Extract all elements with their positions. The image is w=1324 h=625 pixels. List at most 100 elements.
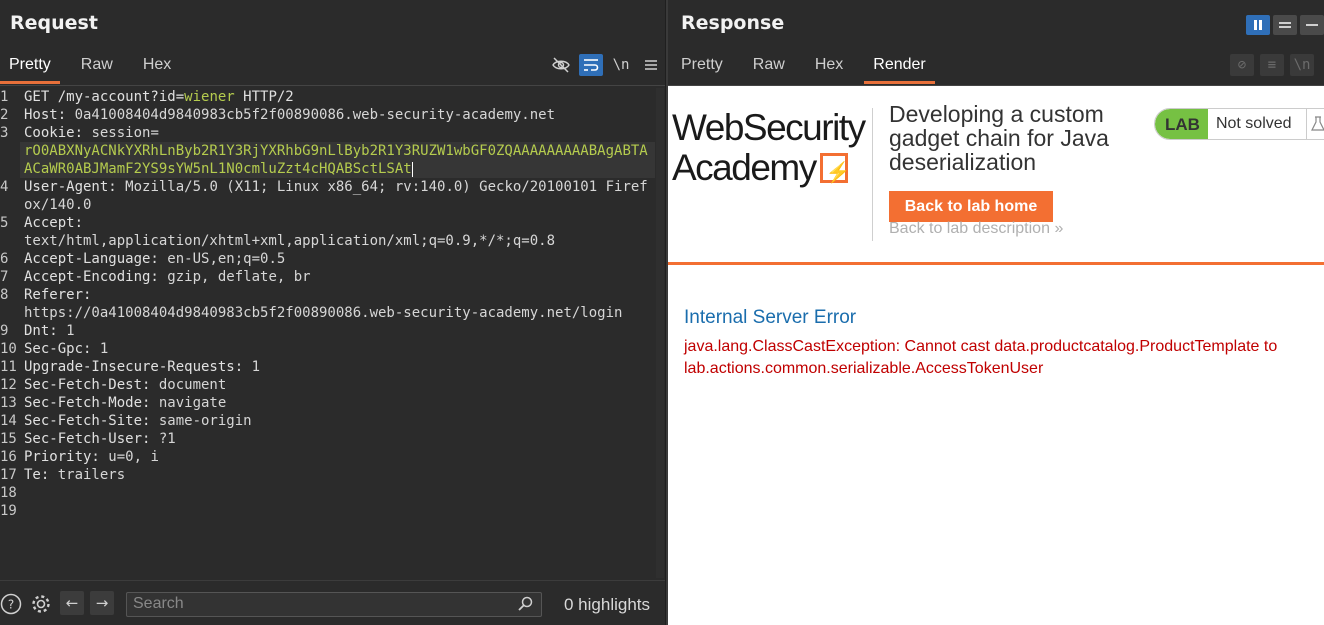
header-rule — [668, 262, 1324, 265]
line-content: Te: trailers — [20, 466, 655, 484]
line-number: 2 — [0, 107, 9, 123]
line-number: 19 — [0, 503, 17, 519]
line-number: 6 — [0, 251, 9, 267]
text-caret — [411, 161, 413, 177]
code-line[interactable]: 5 Accept: — [0, 214, 655, 232]
code-token: ?1 — [158, 431, 176, 447]
code-token: HTTP/2 — [234, 89, 294, 105]
line-content: Upgrade-Insecure-Requests: 1 — [20, 358, 655, 376]
code-token: https://0a41008404d9840983cb5f2f00890086… — [24, 305, 623, 321]
code-token: Accept: — [24, 215, 84, 231]
split-horizontal-icon[interactable] — [1246, 15, 1270, 35]
response-toolbar: ⊘ ≡ \n — [1224, 54, 1314, 76]
line-content: https://0a41008404d9840983cb5f2f00890086… — [20, 304, 655, 322]
code-line[interactable]: 15 Sec-Fetch-User: ?1 — [0, 430, 655, 448]
response-tab-hex[interactable]: Hex — [806, 46, 852, 84]
request-editor[interactable]: 1 GET /my-account?id=wiener HTTP/2 2 Host: … — [0, 88, 655, 578]
eye-off-icon: ⊘ — [1230, 54, 1254, 76]
code-token: Sec-Gpc: — [24, 341, 100, 357]
editor-scrollbar[interactable] — [656, 88, 664, 578]
code-line[interactable]: 12 Sec-Fetch-Dest: document — [0, 376, 655, 394]
code-line[interactable]: 3 Cookie: session= — [0, 124, 655, 142]
single-pane-icon[interactable] — [1300, 15, 1324, 35]
line-content: Dnt: 1 — [20, 322, 655, 340]
line-number — [0, 304, 20, 322]
code-line[interactable]: 2 Host: 0a41008404d9840983cb5f2f00890086.… — [0, 106, 655, 124]
code-line[interactable]: https://0a41008404d9840983cb5f2f00890086… — [0, 304, 655, 322]
line-content: Sec-Gpc: 1 — [20, 340, 655, 358]
code-token: same-origin — [158, 413, 252, 429]
code-line[interactable]: 10 Sec-Gpc: 1 — [0, 340, 655, 358]
line-number: 4 — [0, 179, 9, 195]
line-content: Cookie: session= — [20, 124, 655, 142]
code-line[interactable]: 19 — [0, 502, 655, 520]
menu-icon[interactable] — [639, 54, 663, 76]
code-token: en-US,en;q=0.5 — [167, 251, 286, 267]
line-number: 9 — [0, 323, 9, 339]
code-line[interactable]: 14 Sec-Fetch-Site: same-origin — [0, 412, 655, 430]
code-token: Cookie: — [24, 125, 92, 141]
code-token: navigate — [158, 395, 227, 411]
back-to-lab-description-link[interactable]: Back to lab description » — [889, 220, 1063, 238]
code-token: Sec-Fetch-User: — [24, 431, 159, 447]
lab-title: Developing a custom gadget chain for Jav… — [889, 101, 1109, 175]
newline-icon[interactable]: \n — [609, 54, 633, 76]
code-token: Upgrade-Insecure-Requests: — [24, 359, 252, 375]
request-tab-raw[interactable]: Raw — [72, 46, 122, 84]
code-line[interactable]: text/html,application/xhtml+xml,applicat… — [0, 232, 655, 250]
line-content — [20, 502, 655, 520]
code-token: Host: — [24, 107, 75, 123]
code-line[interactable]: 11 Upgrade-Insecure-Requests: 1 — [0, 358, 655, 376]
code-line[interactable]: 4 User-Agent: Mozilla/5.0 (X11; Linux x86… — [0, 178, 655, 214]
search-input[interactable]: Search — [126, 592, 542, 617]
request-footer: ? ← → Search 0 highlights — [0, 580, 665, 625]
help-icon[interactable]: ? — [0, 593, 22, 615]
web-security-academy-logo[interactable]: WebSecurity Academy — [672, 107, 866, 194]
response-tabs: Pretty Raw Hex Render — [672, 46, 947, 84]
code-token: wiener — [184, 89, 235, 105]
code-line[interactable]: 7 Accept-Encoding: gzip, deflate, br — [0, 268, 655, 286]
line-content: Host: 0a41008404d9840983cb5f2f00890086.w… — [20, 106, 655, 124]
tab-divider — [0, 85, 665, 86]
arrow-left-icon[interactable]: ← — [60, 591, 84, 615]
code-token: 0a41008404d9840983cb5f2f00890086.web-sec… — [74, 107, 556, 123]
line-content — [20, 484, 655, 502]
code-line[interactable]: 13 Sec-Fetch-Mode: navigate — [0, 394, 655, 412]
code-line[interactable]: 1 GET /my-account?id=wiener HTTP/2 — [0, 88, 655, 106]
settings-icon[interactable] — [30, 593, 52, 615]
response-tab-raw[interactable]: Raw — [744, 46, 794, 84]
code-line[interactable]: 6 Accept-Language: en-US,en;q=0.5 — [0, 250, 655, 268]
wrap-icon[interactable] — [579, 54, 603, 76]
logo-line-1: WebSecurity — [672, 107, 866, 148]
line-content: GET /my-account?id=wiener HTTP/2 — [20, 88, 655, 106]
line-content: Referer: — [20, 286, 655, 304]
line-content: Accept-Language: en-US,en;q=0.5 — [20, 250, 655, 268]
response-pane: Response Pretty Raw Hex Render ⊘ ≡ \n WebSe… — [668, 0, 1324, 625]
line-number: 15 — [0, 431, 17, 447]
split-vertical-icon[interactable] — [1273, 15, 1297, 35]
line-content: Priority: u=0, i — [20, 448, 655, 466]
line-number: 13 — [0, 395, 17, 411]
line-number: 5 — [0, 215, 9, 231]
code-token: Accept-Encoding: — [24, 269, 168, 285]
response-tab-pretty[interactable]: Pretty — [672, 46, 732, 84]
code-line[interactable]: rO0ABXNyACNkYXRhLnByb2R1Y3RjYXRhbG9nLlBy… — [0, 142, 655, 178]
search-icon[interactable] — [518, 596, 533, 615]
response-tab-render[interactable]: Render — [864, 46, 935, 84]
request-tab-hex[interactable]: Hex — [134, 46, 180, 84]
arrow-right-icon[interactable]: → — [90, 591, 114, 615]
code-token: u=0, i — [108, 449, 159, 465]
code-line[interactable]: 17 Te: trailers — [0, 466, 655, 484]
newline-icon: \n — [1290, 54, 1314, 76]
code-line[interactable]: 16 Priority: u=0, i — [0, 448, 655, 466]
line-number: 1 — [0, 89, 9, 105]
request-tab-pretty[interactable]: Pretty — [0, 46, 60, 84]
code-line[interactable]: 9 Dnt: 1 — [0, 322, 655, 340]
error-title: Internal Server Error — [684, 307, 857, 328]
rendered-response: WebSecurity Academy Developing a custom … — [668, 86, 1324, 625]
line-number: 18 — [0, 485, 17, 501]
eye-off-icon[interactable] — [549, 54, 573, 76]
code-line[interactable]: 8 Referer: — [0, 286, 655, 304]
back-to-lab-home-button[interactable]: Back to lab home — [889, 191, 1053, 222]
code-line[interactable]: 18 — [0, 484, 655, 502]
